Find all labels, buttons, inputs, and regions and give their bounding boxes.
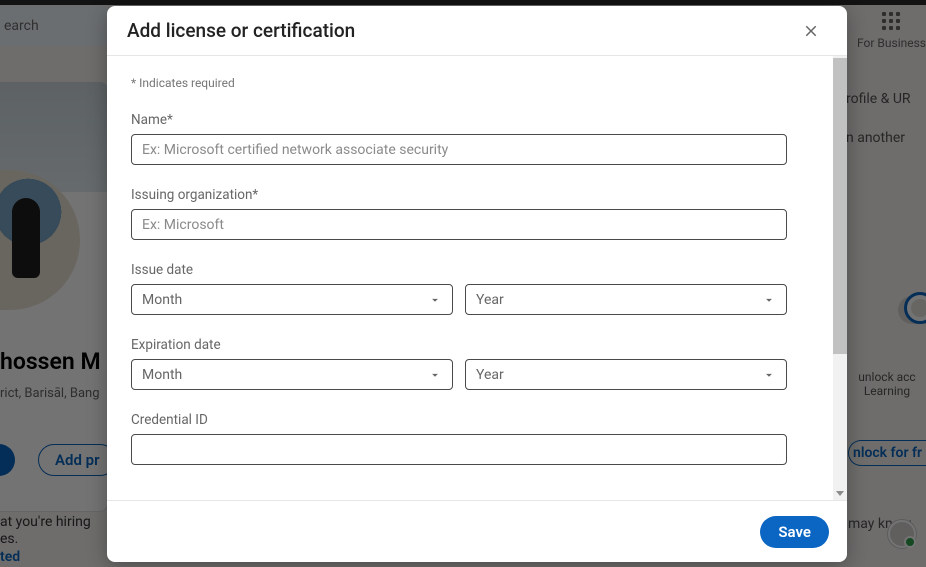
chevron-down-icon	[428, 293, 442, 307]
field-org: Issuing organization*	[131, 187, 823, 240]
name-label: Name*	[131, 112, 823, 128]
exp-year-value: Year	[476, 367, 504, 383]
exp-date-label: Expiration date	[131, 337, 823, 353]
field-credential-id: Credential ID	[131, 412, 823, 465]
close-button[interactable]	[795, 15, 827, 47]
exp-month-value: Month	[142, 367, 182, 383]
credential-id-input[interactable]	[131, 434, 787, 465]
modal-header: Add license or certification	[107, 6, 847, 56]
issue-year-select[interactable]: Year	[465, 284, 787, 315]
field-name: Name*	[131, 112, 823, 165]
exp-year-select[interactable]: Year	[465, 359, 787, 390]
chevron-down-icon	[762, 368, 776, 382]
chevron-down-icon	[428, 368, 442, 382]
chevron-down-icon	[762, 293, 776, 307]
issue-month-select[interactable]: Month	[131, 284, 453, 315]
modal-title: Add license or certification	[127, 19, 355, 42]
scrollbar-thumb[interactable]	[833, 58, 847, 354]
required-note: * Indicates required	[131, 76, 823, 90]
add-certification-modal: Add license or certification * Indicates…	[107, 6, 847, 562]
modal-scrollbar[interactable]	[833, 56, 847, 500]
issue-year-value: Year	[476, 292, 504, 308]
issue-month-value: Month	[142, 292, 182, 308]
modal-body[interactable]: * Indicates required Name* Issuing organ…	[107, 56, 847, 500]
name-input[interactable]	[131, 134, 787, 165]
scroll-down-icon[interactable]	[836, 491, 844, 496]
field-issue-date: Issue date Month Year	[131, 262, 823, 315]
credential-id-label: Credential ID	[131, 412, 823, 428]
field-exp-date: Expiration date Month Year	[131, 337, 823, 390]
org-label: Issuing organization*	[131, 187, 823, 203]
exp-month-select[interactable]: Month	[131, 359, 453, 390]
issue-date-label: Issue date	[131, 262, 823, 278]
org-input[interactable]	[131, 209, 787, 240]
save-button[interactable]: Save	[760, 516, 829, 548]
close-icon	[802, 22, 820, 40]
modal-footer: Save	[107, 500, 847, 562]
